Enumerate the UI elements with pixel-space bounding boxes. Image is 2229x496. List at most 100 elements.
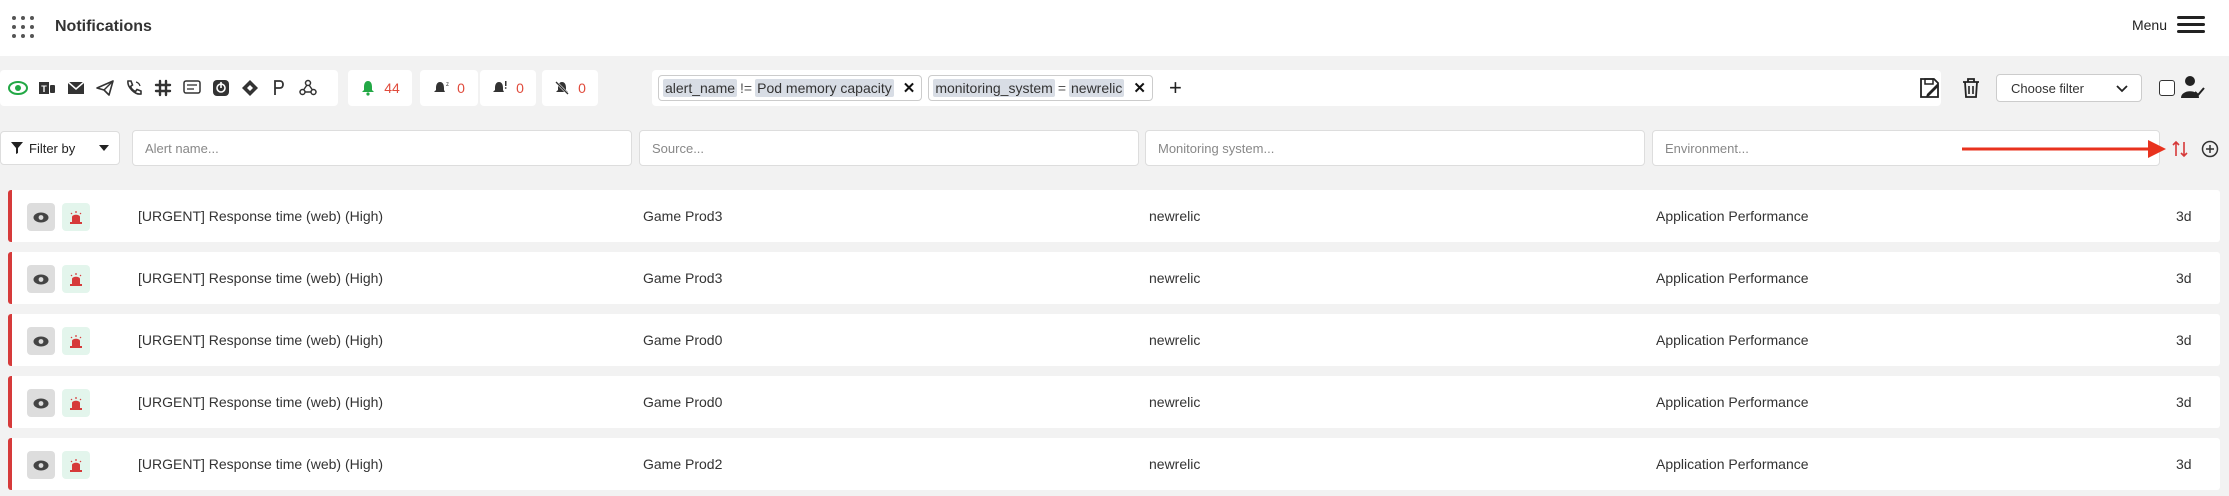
bell-alert-icon <box>493 81 507 92</box>
annotation-arrow <box>1962 140 2166 158</box>
remove-filter-icon[interactable]: ✕ <box>903 79 916 97</box>
filter-value: Pod memory capacity <box>755 79 894 97</box>
monitoring-system: newrelic <box>1149 332 1201 348</box>
alert-name-filter-input[interactable] <box>132 130 632 166</box>
alarm-light-icon[interactable] <box>62 327 90 355</box>
menu-button[interactable]: Menu <box>2132 16 2205 34</box>
alert-name: [URGENT] Response time (web) (High) <box>138 208 384 224</box>
active-filters: alert_name != Pod memory capacity ✕ moni… <box>652 70 1941 106</box>
alert-source: Game Prod3 <box>643 270 723 286</box>
bell-ringing-icon <box>362 81 375 96</box>
alert-name: [URGENT] Response time (web) (High) <box>138 270 384 286</box>
muted-alerts-counter[interactable]: 0 <box>542 70 598 106</box>
alert-age: 3d <box>2176 332 2192 348</box>
choose-filter-select[interactable]: Choose filter <box>1996 74 2142 102</box>
select-all-checkbox[interactable] <box>2159 80 2175 96</box>
environment: Application Performance <box>1656 332 1809 348</box>
notification-row[interactable]: [URGENT] Response time (web) (High) Game… <box>8 376 2220 428</box>
filter-operator: = <box>1057 80 1066 96</box>
source-filter-bar: T <box>0 70 338 106</box>
add-filter-icon[interactable]: + <box>1169 75 1182 101</box>
active-count: 44 <box>384 80 400 96</box>
alert-source: Game Prod0 <box>643 394 723 410</box>
filter-field: alert_name <box>663 79 738 97</box>
alarm-light-icon[interactable] <box>62 203 90 231</box>
filter-operator: != <box>740 80 753 96</box>
alert-name: [URGENT] Response time (web) (High) <box>138 332 384 348</box>
alert-age: 3d <box>2176 208 2192 224</box>
view-eye-icon[interactable] <box>27 265 55 293</box>
filter-chip[interactable]: alert_name != Pod memory capacity ✕ <box>658 75 923 101</box>
alert-source: Game Prod0 <box>643 332 723 348</box>
choose-filter-label: Choose filter <box>2011 80 2084 96</box>
add-column-icon[interactable] <box>2201 140 2219 158</box>
caret-down-icon <box>99 145 109 151</box>
snoozed-alerts-counter[interactable]: z 0 <box>420 70 478 106</box>
filter-chip[interactable]: monitoring_system = newrelic ✕ <box>928 75 1153 101</box>
environment: Application Performance <box>1656 208 1809 224</box>
view-eye-icon[interactable] <box>27 203 55 231</box>
slack-icon[interactable] <box>153 78 173 98</box>
view-eye-icon[interactable] <box>27 389 55 417</box>
monitoring-system: newrelic <box>1149 394 1201 410</box>
telegram-icon[interactable] <box>95 78 115 98</box>
mattermost-icon[interactable] <box>211 78 231 98</box>
alert-age: 3d <box>2176 456 2192 472</box>
notification-row[interactable]: [URGENT] Response time (web) (High) Game… <box>8 438 2220 490</box>
alarm-light-icon[interactable] <box>62 451 90 479</box>
webhook-icon[interactable] <box>298 78 318 98</box>
view-eye-icon[interactable] <box>27 451 55 479</box>
alert-age: 3d <box>2176 270 2192 286</box>
alert-source: Game Prod3 <box>643 208 723 224</box>
alert-source: Game Prod2 <box>643 456 723 472</box>
filter-by-label: Filter by <box>29 140 76 156</box>
pagerduty-icon[interactable] <box>269 78 289 98</box>
save-filter-icon[interactable] <box>1918 76 1942 100</box>
monitoring-system: newrelic <box>1149 270 1201 286</box>
apps-grid-icon[interactable] <box>12 16 38 42</box>
bell-off-icon <box>555 81 569 95</box>
environment: Application Performance <box>1656 270 1809 286</box>
sms-icon[interactable] <box>182 78 202 98</box>
monitoring-system-filter-input[interactable] <box>1145 130 1645 166</box>
escalated-count: 0 <box>516 80 524 96</box>
environment: Application Performance <box>1656 456 1809 472</box>
alarm-light-icon[interactable] <box>62 265 90 293</box>
bell-snooze-icon: z <box>434 82 449 92</box>
filter-by-dropdown[interactable]: Filter by <box>0 131 120 165</box>
filter-funnel-icon <box>11 142 23 154</box>
notification-row[interactable]: [URGENT] Response time (web) (High) Game… <box>8 252 2220 304</box>
notification-row[interactable]: [URGENT] Response time (web) (High) Game… <box>8 314 2220 366</box>
filter-field: monitoring_system <box>933 79 1055 97</box>
alert-name: [URGENT] Response time (web) (High) <box>138 394 384 410</box>
trash-icon[interactable] <box>1959 76 1983 100</box>
zenduty-icon[interactable] <box>240 78 260 98</box>
phone-icon[interactable] <box>124 78 144 98</box>
page-title: Notifications <box>55 18 152 35</box>
view-eye-icon[interactable] <box>27 327 55 355</box>
remove-filter-icon[interactable]: ✕ <box>1133 79 1146 97</box>
alarm-light-icon[interactable] <box>62 389 90 417</box>
monitoring-system: newrelic <box>1149 456 1201 472</box>
active-alerts-counter[interactable]: 44 <box>348 70 412 106</box>
menu-label: Menu <box>2131 17 2167 33</box>
escalated-alerts-counter[interactable]: 0 <box>480 70 536 106</box>
hamburger-icon <box>2177 16 2205 34</box>
muted-count: 0 <box>578 80 586 96</box>
snoozed-count: 0 <box>457 80 465 96</box>
assign-user-icon[interactable] <box>2180 74 2206 100</box>
alert-name: [URGENT] Response time (web) (High) <box>138 456 384 472</box>
monitoring-system: newrelic <box>1149 208 1201 224</box>
notification-row[interactable]: [URGENT] Response time (web) (High) Game… <box>8 190 2220 242</box>
source-filter-input[interactable] <box>639 130 1139 166</box>
svg-text:z: z <box>446 82 449 88</box>
filter-value: newrelic <box>1069 79 1125 97</box>
environment: Application Performance <box>1656 394 1809 410</box>
mail-icon[interactable] <box>66 78 86 98</box>
teams-icon[interactable]: T <box>37 78 57 98</box>
alert-age: 3d <box>2176 394 2192 410</box>
sort-icon[interactable] <box>2171 140 2189 158</box>
chevron-down-icon <box>2116 85 2128 93</box>
svg-text:T: T <box>41 84 47 94</box>
eye-icon[interactable] <box>8 78 28 98</box>
